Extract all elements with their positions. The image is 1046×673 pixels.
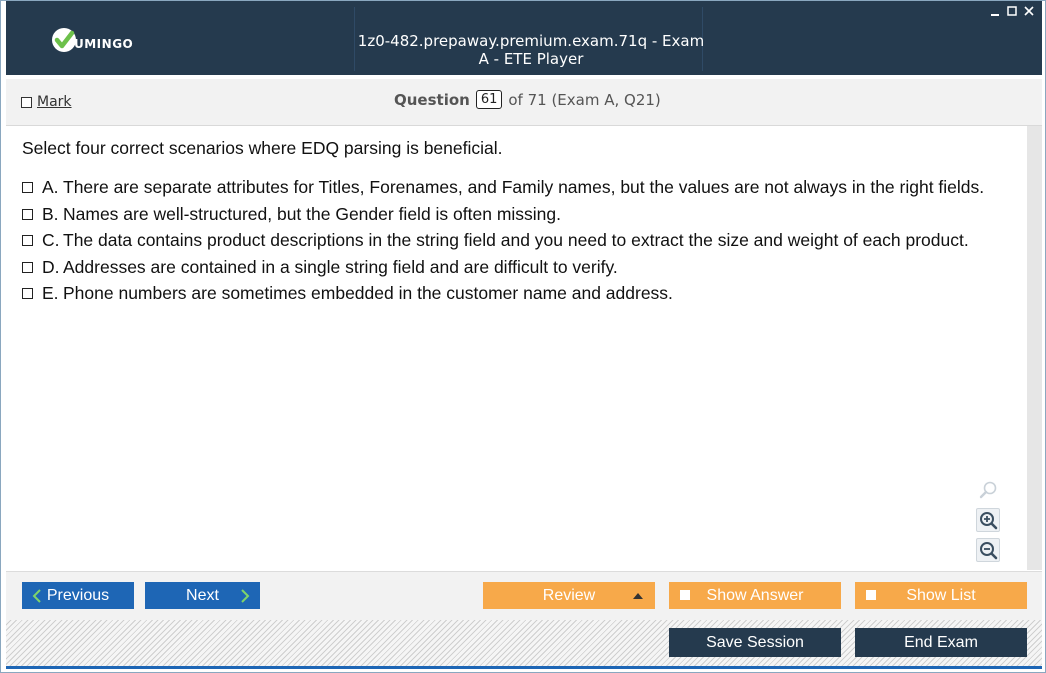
- show-list-checkbox[interactable]: [866, 590, 876, 600]
- review-label: Review: [542, 586, 596, 604]
- next-label: Next: [186, 586, 219, 604]
- previous-button[interactable]: Previous: [22, 582, 134, 609]
- maximize-icon: [1006, 5, 1017, 16]
- mark-checkbox[interactable]: Mark: [21, 94, 72, 110]
- minimize-button[interactable]: [989, 5, 1000, 16]
- option-c[interactable]: C. The data contains product description…: [22, 229, 1012, 252]
- app-window: UMINGO 1z0-482.prepaway.premium.exam.71q…: [0, 0, 1046, 673]
- show-answer-button[interactable]: Show Answer: [669, 582, 841, 609]
- title-bar: UMINGO 1z0-482.prepaway.premium.exam.71q…: [6, 1, 1042, 75]
- save-session-label: Save Session: [706, 633, 804, 651]
- question-number-input[interactable]: 61: [475, 90, 503, 109]
- zoom-out-icon: [980, 542, 998, 560]
- next-button[interactable]: Next: [145, 582, 260, 609]
- title-divider: [354, 7, 355, 71]
- review-button[interactable]: Review: [483, 582, 655, 609]
- zoom-controls: [974, 478, 1002, 562]
- option-d[interactable]: D. Addresses are contained in a single s…: [22, 256, 1012, 279]
- navigation-bar: Previous Next Review Show Answer Show Li…: [6, 571, 1042, 620]
- bottom-accent-line: [6, 666, 1042, 669]
- option-letter: C.: [42, 230, 60, 250]
- option-letter: E.: [42, 283, 59, 303]
- previous-label: Previous: [46, 586, 110, 604]
- zoom-out-button[interactable]: [976, 538, 1000, 562]
- show-list-button[interactable]: Show List: [855, 582, 1027, 609]
- zoom-in-icon: [980, 512, 998, 530]
- option-text: The data contains product descriptions i…: [63, 230, 969, 250]
- answer-options: A. There are separate attributes for Tit…: [22, 176, 1012, 309]
- option-a[interactable]: A. There are separate attributes for Tit…: [22, 176, 1012, 199]
- magnifier-icon: [979, 481, 997, 499]
- window-title: 1z0-482.prepaway.premium.exam.71q - Exam…: [357, 32, 705, 68]
- show-answer-checkbox[interactable]: [680, 590, 690, 600]
- zoom-reset-button[interactable]: [976, 478, 1000, 502]
- mark-checkbox-box[interactable]: [21, 96, 32, 108]
- option-checkbox[interactable]: [22, 288, 33, 299]
- option-text: Names are well-structured, but the Gende…: [63, 203, 561, 224]
- option-b[interactable]: B. Names are well-structured, but the Ge…: [22, 203, 1012, 226]
- content-scrollbar[interactable]: [1027, 126, 1042, 570]
- option-text: There are separate attributes for Titles…: [63, 177, 985, 197]
- close-icon: [1023, 5, 1034, 16]
- option-letter: B.: [42, 203, 59, 224]
- close-button[interactable]: [1023, 5, 1034, 16]
- show-list-label: Show List: [906, 586, 976, 604]
- end-exam-label: End Exam: [904, 633, 978, 651]
- question-header: Mark Question 61 of 71 (Exam A, Q21): [6, 79, 1042, 126]
- question-label: Question: [394, 90, 470, 109]
- chevron-right-icon: [241, 588, 250, 603]
- footer-bar: Save Session End Exam: [6, 620, 1042, 666]
- mark-label: Mark: [37, 94, 72, 110]
- vumingo-logo: UMINGO: [50, 25, 133, 55]
- option-text: Phone numbers are sometimes embedded in …: [63, 283, 673, 303]
- option-text: Addresses are contained in a single stri…: [63, 256, 618, 277]
- option-e[interactable]: E. Phone numbers are sometimes embedded …: [22, 282, 1012, 305]
- option-checkbox[interactable]: [22, 208, 33, 220]
- maximize-button[interactable]: [1006, 5, 1017, 16]
- question-indicator: Question 61 of 71 (Exam A, Q21): [394, 90, 661, 109]
- save-session-button[interactable]: Save Session: [669, 628, 841, 657]
- option-letter: A.: [42, 177, 59, 197]
- zoom-in-button[interactable]: [976, 508, 1000, 532]
- logo-text: UMINGO: [74, 37, 134, 51]
- option-letter: D.: [42, 256, 60, 277]
- minimize-icon: [990, 13, 999, 16]
- chevron-left-icon: [32, 588, 41, 603]
- question-of-text: of 71 (Exam A, Q21): [508, 90, 661, 109]
- show-answer-label: Show Answer: [706, 586, 804, 604]
- window-controls: [989, 5, 1034, 16]
- question-text: Select four correct scenarios where EDQ …: [22, 138, 503, 158]
- end-exam-button[interactable]: End Exam: [855, 628, 1027, 657]
- option-checkbox[interactable]: [22, 261, 33, 273]
- option-checkbox[interactable]: [22, 182, 33, 193]
- option-checkbox[interactable]: [22, 235, 33, 246]
- question-content: Select four correct scenarios where EDQ …: [6, 126, 1027, 570]
- caret-up-icon: [633, 593, 643, 599]
